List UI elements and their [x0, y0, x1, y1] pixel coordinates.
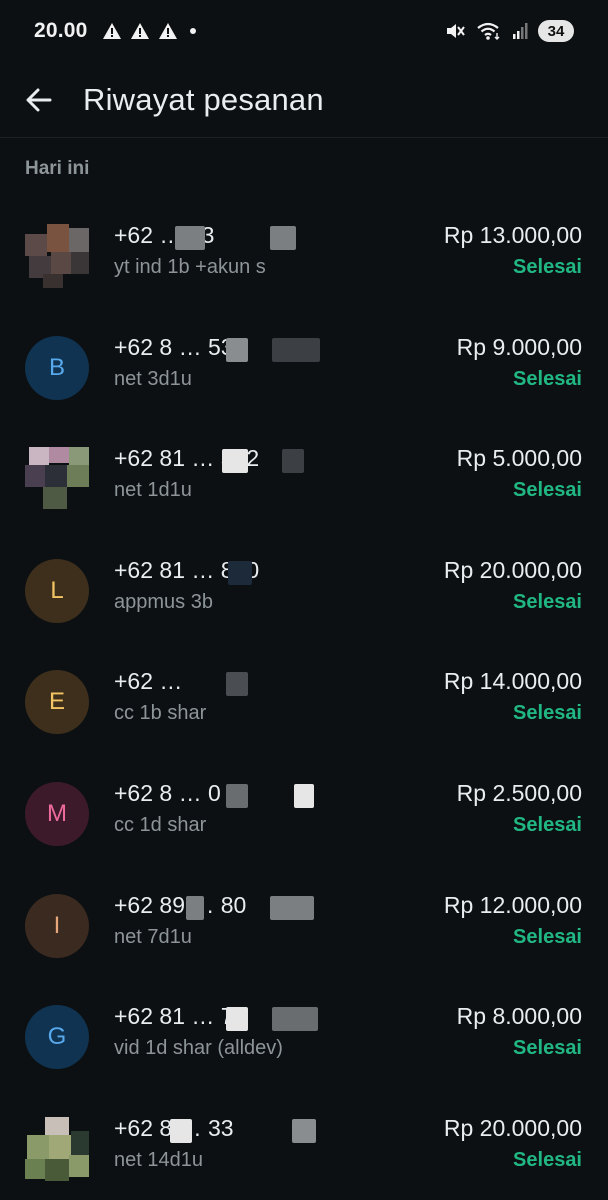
phone-number: +62 …: [114, 668, 183, 695]
avatar-letter: L: [50, 576, 64, 604]
order-amount: Rp 20.000,00: [443, 1114, 582, 1141]
avatar: [25, 447, 89, 511]
redaction: [226, 1007, 248, 1032]
avatar-letter: G: [47, 1023, 67, 1051]
status-right: 34: [444, 20, 574, 42]
avatar-letter: M: [47, 799, 67, 827]
warning-icons: [102, 22, 178, 40]
avatar-letter: E: [48, 688, 65, 716]
warning-icon: [158, 23, 177, 39]
redaction: [272, 1007, 318, 1032]
order-status: Selesai: [513, 702, 582, 725]
order-amount: Rp 8.000,00: [456, 1003, 582, 1030]
mute-icon: [447, 24, 465, 38]
order-row[interactable]: G +62 81 … 70 vid 1d shar (alldev) Rp 8.…: [0, 981, 608, 1093]
avatar: M: [25, 781, 89, 846]
order-status: Selesai: [513, 590, 582, 613]
order-status: Selesai: [513, 813, 582, 836]
order-status: Selesai: [513, 479, 582, 502]
redaction: [170, 1118, 192, 1143]
avatar: E: [25, 670, 89, 735]
status-time: 20.00: [34, 19, 88, 42]
order-amount: Rp 9.000,00: [456, 333, 582, 360]
avatar: G: [25, 1005, 89, 1070]
avatar: L: [25, 558, 89, 623]
order-row[interactable]: B +62 8 … 533 net 3d1u Rp 9.000,00 Seles…: [0, 312, 608, 424]
back-arrow-icon: [26, 88, 52, 111]
redaction: [226, 783, 248, 808]
section-label-today: Hari ini: [25, 158, 90, 179]
order-status: Selesai: [513, 1148, 582, 1171]
order-row[interactable]: M +62 8 … 0 cc 1d shar Rp 2.500,00 Seles…: [0, 758, 608, 870]
avatar: [25, 1116, 89, 1181]
redaction: [222, 449, 248, 474]
order-status: Selesai: [513, 1037, 582, 1060]
order-row[interactable]: I +62 89 … 80 net 7d1u Rp 12.000,00 Sele…: [0, 870, 608, 982]
redaction: [186, 895, 204, 920]
order-row[interactable]: E +62 … cc 1b shar Rp 14.000,00 Selesai: [0, 646, 608, 758]
blurred-photo-icon: [25, 1116, 89, 1181]
warning-icon: [130, 23, 149, 39]
order-description: net 7d1u: [114, 925, 192, 948]
redaction: [294, 783, 314, 808]
notification-dot-icon: [189, 28, 196, 34]
redaction: [272, 337, 320, 362]
order-amount: Rp 20.000,00: [443, 556, 582, 583]
order-list: +62 … 23 yt ind 1b +akun s Rp 13.000,00 …: [0, 200, 608, 1200]
redaction: [270, 895, 314, 920]
phone-number: +62 8 … 0: [114, 779, 221, 806]
wifi-icon: [477, 22, 500, 40]
order-description: cc 1b shar: [114, 702, 207, 725]
redaction: [175, 226, 205, 250]
battery-indicator: 34: [538, 20, 574, 42]
warning-icon: [102, 23, 121, 39]
order-description: cc 1d shar: [114, 813, 207, 836]
app-bar: Riwayat pesanan: [0, 62, 608, 138]
blurred-photo-icon: [25, 447, 89, 510]
order-description: appmus 3b: [114, 590, 213, 613]
order-row[interactable]: +62 8 … 33 net 14d1u Rp 20.000,00 Selesa…: [0, 1093, 608, 1200]
redaction: [226, 337, 248, 362]
status-bar: 20.00 34: [0, 0, 608, 62]
order-status: Selesai: [513, 367, 582, 390]
page-title: Riwayat pesanan: [83, 81, 324, 117]
avatar: I: [25, 893, 89, 958]
order-description: net 3d1u: [114, 367, 192, 390]
order-row[interactable]: L +62 81 … 810 appmus 3b Rp 20.000,00 Se…: [0, 535, 608, 647]
order-row[interactable]: +62 … 23 yt ind 1b +akun s Rp 13.000,00 …: [0, 200, 608, 312]
avatar: B: [25, 335, 89, 400]
redaction: [292, 1118, 316, 1143]
order-description: net 14d1u: [114, 1148, 203, 1171]
order-amount: Rp 12.000,00: [443, 891, 582, 918]
redaction: [226, 672, 248, 697]
avatar-letter: I: [53, 911, 61, 939]
redaction: [282, 449, 304, 474]
order-status: Selesai: [513, 925, 582, 948]
avatar: [25, 224, 89, 288]
order-amount: Rp 13.000,00: [443, 222, 582, 248]
avatar-letter: B: [48, 353, 65, 381]
order-status: Selesai: [513, 256, 582, 278]
signal-icon: [513, 23, 528, 39]
order-row[interactable]: +62 81 … 502 net 1d1u Rp 5.000,00 Selesa…: [0, 423, 608, 535]
blurred-photo-icon: [25, 224, 89, 288]
order-amount: Rp 5.000,00: [456, 445, 582, 472]
redaction: [270, 226, 296, 250]
order-amount: Rp 14.000,00: [443, 668, 582, 695]
order-amount: Rp 2.500,00: [456, 779, 582, 806]
phone-number: +62 89 … 80: [114, 891, 247, 918]
order-description: net 1d1u: [114, 479, 192, 502]
redaction: [228, 560, 252, 585]
order-description: vid 1d shar (alldev): [114, 1037, 283, 1060]
back-button[interactable]: [17, 78, 61, 122]
order-description: yt ind 1b +akun s: [114, 256, 266, 278]
